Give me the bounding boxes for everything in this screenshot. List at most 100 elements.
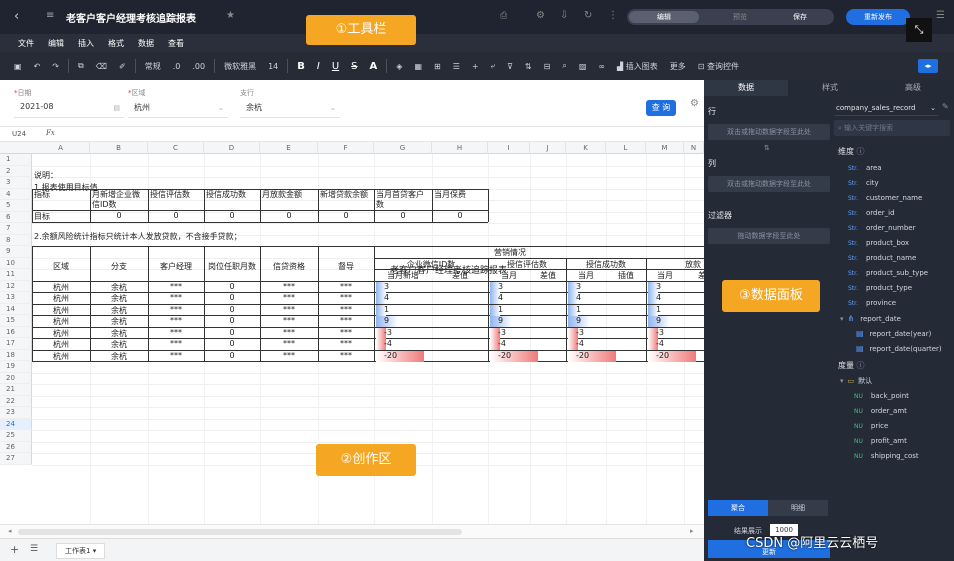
align-left-icon[interactable]: ☰ (453, 62, 460, 71)
gear-icon[interactable]: ⚙ (690, 98, 699, 109)
row-header[interactable]: 18 (0, 349, 32, 361)
merge-icon[interactable]: ⊞ (434, 62, 441, 71)
panel-toggle-icon[interactable]: ◂▸ (918, 59, 938, 73)
menu-icon[interactable]: ≡ (46, 10, 54, 21)
preview-button[interactable]: 预览 (705, 11, 775, 23)
underline-icon[interactable]: U (332, 61, 339, 72)
row-header[interactable]: 13 (0, 292, 32, 304)
column-header[interactable]: L (606, 142, 646, 154)
image-icon[interactable]: ▨ (579, 62, 587, 71)
row-header[interactable]: 14 (0, 303, 32, 315)
hamburger-icon[interactable]: ☰ (936, 10, 945, 21)
columns-drop-zone[interactable]: 双击或拖动数据字段至此处 (708, 176, 830, 192)
more-vertical-icon[interactable]: ⋮ (608, 10, 618, 21)
row-header[interactable]: 17 (0, 338, 32, 350)
border-icon[interactable]: ▦ (414, 62, 422, 71)
row-header[interactable]: 11 (0, 269, 32, 281)
share-icon[interactable]: ⎙ (500, 11, 507, 21)
row-header[interactable]: 27 (0, 453, 32, 465)
column-header[interactable]: E (260, 142, 318, 154)
dataset-select[interactable]: company_sales_record ⌄ (834, 100, 938, 116)
measure-field[interactable]: NU shipping_cost (854, 452, 919, 460)
measure-group[interactable]: ▾ ▭ 默认 (840, 376, 872, 386)
menu-format[interactable]: 格式 (108, 38, 124, 49)
row-header[interactable]: 19 (0, 361, 32, 373)
print-icon[interactable]: ▣ (14, 62, 22, 71)
column-header[interactable]: N (684, 142, 704, 154)
row-header[interactable]: 21 (0, 384, 32, 396)
menu-view[interactable]: 查看 (168, 38, 184, 49)
column-header[interactable]: J (530, 142, 566, 154)
measure-field[interactable]: NU order_amt (854, 407, 907, 415)
measure-field[interactable]: NU back_point (854, 392, 909, 400)
menu-data[interactable]: 数据 (138, 38, 154, 49)
row-header[interactable]: 24 (0, 418, 32, 430)
row-header[interactable]: 16 (0, 326, 32, 338)
column-header[interactable]: K (566, 142, 606, 154)
dimension-field[interactable]: Str. product_box (848, 239, 909, 247)
menu-file[interactable]: 文件 (18, 38, 34, 49)
dimension-field[interactable]: Str. product_sub_type (848, 269, 928, 277)
column-header[interactable]: F (318, 142, 374, 154)
row-header[interactable]: 2 (0, 165, 32, 177)
region-filter-select[interactable]: 杭州 ⌄ (128, 102, 228, 118)
column-header[interactable]: C (148, 142, 204, 154)
measure-field[interactable]: NU profit_amt (854, 437, 907, 445)
dimension-field[interactable]: Str. order_number (848, 224, 915, 232)
row-header[interactable]: 23 (0, 407, 32, 419)
filter-drop-zone[interactable]: 拖动数据字段至此处 (708, 228, 830, 244)
column-header[interactable]: D (204, 142, 260, 154)
link-icon[interactable]: ∞ (598, 62, 605, 71)
row-header[interactable]: 22 (0, 395, 32, 407)
horizontal-scrollbar[interactable]: ◂ ▸ (0, 524, 704, 538)
undo-icon[interactable]: ↶ (34, 62, 41, 71)
aggregate-mode-button[interactable]: 聚合 (708, 500, 768, 516)
wrap-icon[interactable]: ⤶ (491, 61, 495, 71)
copy-icon[interactable]: ⧉ (78, 61, 84, 71)
swap-icon[interactable]: ⇅ (764, 144, 770, 152)
star-icon[interactable]: ★ (226, 10, 235, 21)
field-search-input[interactable]: ⌕ 输入关键字搜索 (834, 120, 950, 136)
detail-mode-button[interactable]: 明细 (768, 500, 828, 516)
row-header[interactable]: 1 (0, 154, 32, 166)
expand-icon[interactable]: ⤡ (906, 18, 932, 42)
number-format-select[interactable]: 常规 (145, 61, 161, 72)
row-header[interactable]: 26 (0, 441, 32, 453)
report-date-group[interactable]: ▾ ⋔ report_date (840, 314, 901, 323)
query-control-button[interactable]: ⊡ 查询控件 (698, 61, 739, 72)
row-header[interactable]: 3 (0, 177, 32, 189)
settings-icon[interactable]: ⚙ (536, 10, 545, 21)
column-header[interactable]: H (432, 142, 488, 154)
measure-field[interactable]: NU price (854, 422, 888, 430)
query-button[interactable]: 查 询 (646, 100, 676, 116)
scroll-right-icon[interactable]: ▸ (690, 527, 694, 535)
date-filter-select[interactable]: 2021-08 ▤ (14, 102, 124, 118)
tab-data[interactable]: 数据 (704, 80, 788, 96)
more-button[interactable]: 更多 (670, 61, 686, 72)
menu-insert[interactable]: 插入 (78, 38, 94, 49)
row-header[interactable]: 6 (0, 211, 32, 223)
column-header[interactable]: I (488, 142, 530, 154)
dimension-field[interactable]: Str. product_name (848, 254, 916, 262)
refresh-icon[interactable]: ↻ (584, 10, 592, 21)
decimal-decrease-icon[interactable]: .0 (173, 62, 181, 71)
edit-button[interactable]: 编辑 (629, 11, 699, 23)
format-painter-icon[interactable]: ⌫ (96, 62, 107, 71)
search-icon[interactable]: ⌕ (562, 61, 566, 71)
font-color-icon[interactable]: A (370, 61, 378, 72)
sort-icon[interactable]: ⇅ (525, 62, 532, 71)
cell-reference[interactable]: U24 (12, 130, 26, 138)
row-header[interactable]: 10 (0, 257, 32, 269)
redo-icon[interactable]: ↷ (52, 62, 59, 71)
chevron-left-icon[interactable]: ‹ (14, 9, 19, 24)
download-icon[interactable]: ⇩ (560, 10, 568, 21)
filter-icon[interactable]: ⊽ (507, 62, 513, 71)
italic-icon[interactable]: I (317, 61, 320, 72)
dimension-field[interactable]: Str. order_id (848, 209, 895, 217)
row-header[interactable]: 4 (0, 188, 32, 200)
row-header[interactable]: 25 (0, 430, 32, 442)
scroll-thumb[interactable] (18, 529, 462, 535)
align-center-icon[interactable]: + (472, 62, 479, 71)
row-header[interactable]: 7 (0, 223, 32, 235)
tab-advanced[interactable]: 高级 (872, 80, 954, 96)
